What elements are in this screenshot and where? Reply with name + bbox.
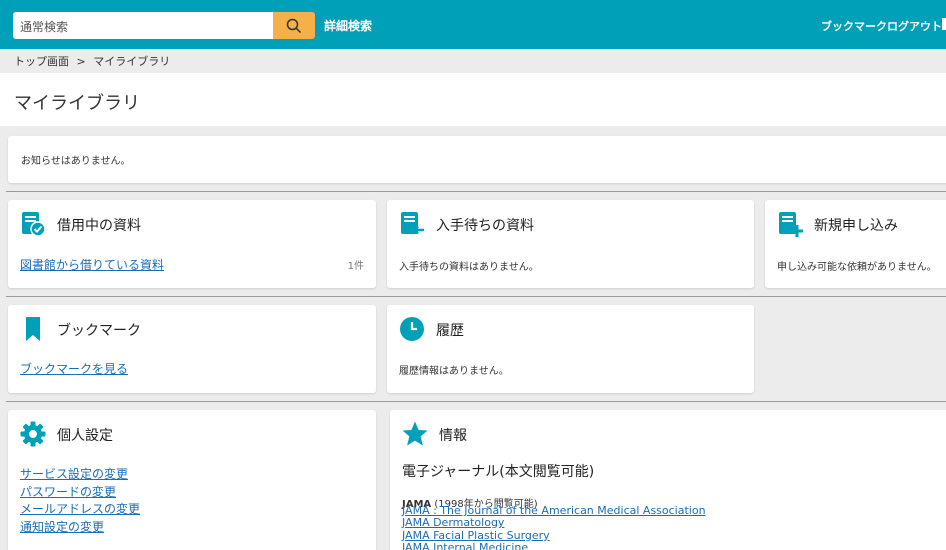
info-card: 情報 電子ジャーナル(本文閲覧可能) JAMA (1998年から閲覧可能) JA…	[390, 410, 946, 550]
borrowing-card-title: 借用中の資料	[57, 218, 141, 234]
breadcrumb: トップ画面 > マイライブラリ	[14, 53, 174, 69]
section-divider	[6, 296, 946, 297]
bookmark-card-title: ブックマーク	[57, 323, 141, 339]
top-header: 通常検索 詳細検索 ブックマーク ログアウト	[0, 0, 946, 49]
journal-link[interactable]: JAMA Dermatology	[402, 516, 504, 529]
book-plus-icon	[779, 212, 803, 237]
star-icon	[402, 421, 428, 446]
settings-card-title: 個人設定	[57, 428, 113, 444]
book-check-icon	[22, 212, 46, 237]
advanced-search-link[interactable]: 詳細検索	[324, 17, 372, 34]
bookmark-icon	[26, 317, 40, 341]
search-input[interactable]: 通常検索	[13, 12, 273, 39]
new-request-card: 新規申し込み 申し込み可能な依頼がありません。	[765, 200, 946, 288]
service-settings-link[interactable]: サービス設定の変更	[20, 465, 128, 482]
gear-icon	[20, 421, 46, 447]
info-card-title: 情報	[439, 428, 467, 444]
history-card-title: 履歴	[436, 323, 464, 339]
section-divider	[6, 401, 946, 402]
history-card-text: 履歴情報はありません。	[399, 366, 509, 377]
borrowing-card: 借用中の資料 図書館から借りている資料 1件	[8, 200, 376, 288]
waiting-card-title: 入手待ちの資料	[436, 218, 534, 234]
notice-text: お知らせはありません。	[21, 156, 131, 167]
view-bookmarks-link[interactable]: ブックマークを見る	[20, 360, 128, 377]
email-change-link[interactable]: メールアドレスの変更	[20, 500, 140, 517]
breadcrumb-separator: >	[76, 55, 86, 68]
clock-icon	[400, 317, 424, 341]
ejournal-heading: 電子ジャーナル(本文閲覧可能)	[402, 464, 595, 480]
waiting-card-text: 入手待ちの資料はありません。	[399, 262, 539, 273]
borrowed-items-link[interactable]: 図書館から借りている資料	[20, 256, 164, 273]
breadcrumb-home[interactable]: トップ画面	[14, 55, 69, 68]
page-title-bar: マイライブラリ	[0, 73, 946, 126]
logout-link[interactable]: ログアウト	[887, 18, 942, 34]
book-arrow-icon	[401, 212, 424, 235]
waiting-card: 入手待ちの資料 入手待ちの資料はありません。	[387, 200, 754, 288]
settings-card: 個人設定 サービス設定の変更 パスワードの変更 メールアドレスの変更 通知設定の…	[8, 410, 376, 550]
borrowed-count: 1件	[347, 261, 364, 272]
breadcrumb-current: マイライブラリ	[93, 55, 171, 68]
new-request-card-text: 申し込み可能な依頼がありません。	[777, 262, 937, 273]
bookmark-link[interactable]: ブックマーク	[821, 18, 887, 34]
notification-settings-link[interactable]: 通知設定の変更	[20, 518, 104, 535]
journal-link[interactable]: JAMA Internal Medicine	[402, 541, 528, 550]
search-button[interactable]	[273, 12, 315, 39]
page-title: マイライブラリ	[14, 93, 140, 114]
new-request-card-title: 新規申し込み	[814, 218, 898, 234]
header-overflow-link[interactable]	[942, 18, 946, 30]
bookmark-card: ブックマーク ブックマークを見る	[8, 305, 376, 393]
history-card: 履歴 履歴情報はありません。	[387, 305, 754, 393]
section-divider	[6, 191, 946, 192]
notice-panel: お知らせはありません。	[8, 136, 946, 183]
search-icon	[286, 18, 302, 33]
password-change-link[interactable]: パスワードの変更	[20, 483, 116, 500]
